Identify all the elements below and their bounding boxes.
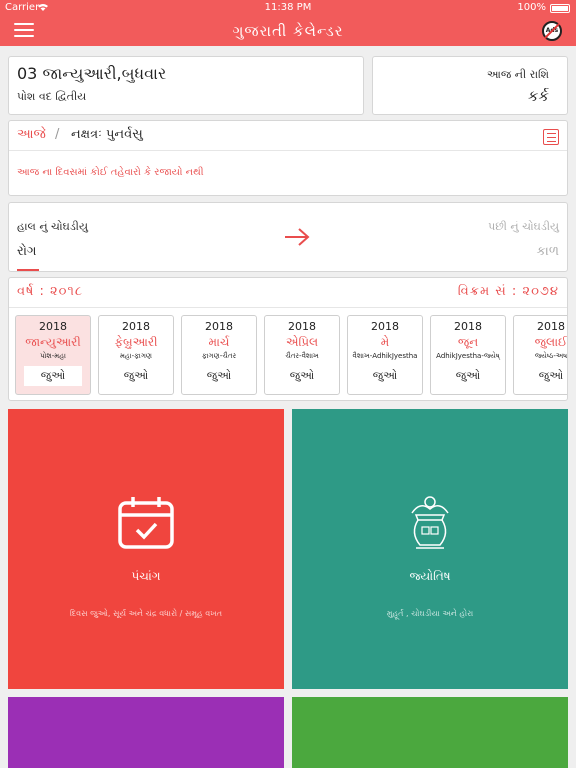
month-card-july[interactable]: 2018 જુલાઈ જ્યેષ્ઠ-અષ જુઓ [513, 315, 568, 395]
status-bar: Carrier 11:38 PM 100% [0, 0, 576, 16]
month-lunar: ચૈતર-વૈશાખ [285, 352, 319, 360]
month-name: એપ્રિલ [285, 335, 319, 349]
month-card-february[interactable]: 2018 ફેબ્રુઆરી મહા-ફાગણ જુઓ [98, 315, 174, 395]
panchang-subtitle: દિવસ જુઓ, સૂર્ય અને ચંદ્ર વધારો / સમૂહ વ… [69, 609, 223, 618]
month-lunar: પોશ-મહા [40, 352, 66, 360]
list-icon[interactable] [543, 129, 559, 145]
kalash-icon [411, 496, 449, 549]
today-date: 03 જાન્યુઆરી,બુધવાર [17, 64, 167, 83]
feature-tile-3[interactable] [8, 697, 284, 768]
month-lunar: AdhikJyestha-જ્યેષ્ [436, 352, 500, 360]
month-year: 2018 [537, 320, 565, 333]
month-calendar-card: વર્ષ : ૨૦૧૮ વિક્રમ સં : ૨૦૭૪ 2018 જાન્યુ… [8, 277, 568, 401]
month-name: જાન્યુઆરી [25, 335, 81, 349]
festival-info: આજ ના દિવસમાં કોઈ તહેવારો કે રજાયો નથી [17, 167, 204, 178]
view-month-button[interactable]: જુઓ [522, 366, 567, 386]
rashi-card[interactable]: આજ ની રાશિ કર્ક [372, 56, 568, 115]
month-year: 2018 [288, 320, 316, 333]
separator: / [55, 127, 60, 142]
divider [9, 307, 567, 308]
feature-tile-4[interactable] [292, 697, 568, 768]
rashi-label: આજ ની રાશિ [486, 68, 549, 81]
view-month-button[interactable]: જુઓ [356, 366, 414, 386]
current-choghadiya-value: રોગ [17, 244, 37, 259]
calendar-check-icon [118, 497, 174, 549]
view-month-button[interactable]: જુઓ [190, 366, 248, 386]
year-label: વર્ષ : ૨૦૧૮ [17, 284, 83, 299]
next-choghadiya-value: કાળ [536, 244, 559, 259]
month-card-january[interactable]: 2018 જાન્યુઆરી પોશ-મહા જુઓ [15, 315, 91, 395]
battery-icon [550, 4, 570, 13]
month-name: મે [380, 335, 390, 349]
month-year: 2018 [39, 320, 67, 333]
month-name: માર્ચ [208, 335, 230, 349]
month-name: જૂન [457, 335, 479, 349]
view-month-button[interactable]: જુઓ [24, 366, 82, 386]
clock: 11:38 PM [264, 2, 312, 13]
panchang-title: પંચાંગ [131, 569, 161, 583]
nakshatra-text: નક્ષત્રઃ પુનર્વસુ [71, 127, 143, 142]
month-name: જુલાઈ [534, 335, 568, 349]
month-card-march[interactable]: 2018 માર્ચ ફાગણ-ચૈતર જુઓ [181, 315, 257, 395]
jyotish-tile[interactable]: જ્યોતિષ મુહૂર્ત , ચોઘડીયા અને હોરા [292, 409, 568, 689]
month-card-may[interactable]: 2018 મે વૈશાખ-AdhikJyestha જુઓ [347, 315, 423, 395]
month-year: 2018 [454, 320, 482, 333]
vikram-samvat-label: વિક્રમ સં : ૨૦૭૪ [457, 284, 559, 299]
arrow-right-icon [285, 228, 310, 246]
month-list[interactable]: 2018 જાન્યુઆરી પોશ-મહા જુઓ 2018 ફેબ્રુઆર… [15, 315, 568, 395]
panchang-tile[interactable]: પંચાંગ દિવસ જુઓ, સૂર્ય અને ચંદ્ર વધારો /… [8, 409, 284, 689]
month-name: ફેબ્રુઆરી [114, 335, 158, 349]
divider [9, 150, 567, 151]
jyotish-title: જ્યોતિષ [409, 569, 451, 583]
month-lunar: મહા-ફાગણ [119, 352, 153, 360]
app-header: ગુજરાતી કેલેન્ડર Ads [0, 16, 576, 46]
month-year: 2018 [371, 320, 399, 333]
battery-percent: 100% [517, 2, 546, 13]
today-label: આજે [17, 127, 46, 142]
today-date-card[interactable]: 03 જાન્યુઆરી,બુધવાર પોશ વદ દ્વિતીય [8, 56, 364, 115]
month-year: 2018 [122, 320, 150, 333]
view-month-button[interactable]: જુઓ [107, 366, 165, 386]
month-lunar: ફાગણ-ચૈતર [201, 352, 237, 360]
app-title: ગુજરાતી કેલેન્ડર [232, 22, 344, 40]
month-lunar: જ્યેષ્ઠ-અષ [534, 352, 568, 360]
no-ads-icon[interactable]: Ads [542, 21, 562, 41]
month-year: 2018 [205, 320, 233, 333]
jyotish-subtitle: મુહૂર્ત , ચોઘડીયા અને હોરા [386, 609, 474, 618]
rashi-value: કર્ક [527, 87, 549, 105]
next-choghadiya-label: પછી નું ચોઘડીયુ [488, 220, 559, 233]
nakshatra-card[interactable]: આજે / નક્ષત્રઃ પુનર્વસુ આજ ના દિવસમાં કો… [8, 120, 568, 196]
today-tithi: પોશ વદ દ્વિતીય [17, 90, 87, 103]
month-card-april[interactable]: 2018 એપ્રિલ ચૈતર-વૈશાખ જુઓ [264, 315, 340, 395]
choghadiya-card[interactable]: હાલ નું ચોઘડીયુ રોગ પછી નું ચોઘડીયુ કાળ [8, 202, 568, 272]
month-lunar: વૈશાખ-AdhikJyestha [352, 352, 418, 360]
current-indicator [17, 269, 39, 271]
month-card-june[interactable]: 2018 જૂન AdhikJyestha-જ્યેષ્ જુઓ [430, 315, 506, 395]
current-choghadiya-label: હાલ નું ચોઘડીયુ [17, 220, 88, 233]
view-month-button[interactable]: જુઓ [439, 366, 497, 386]
view-month-button[interactable]: જુઓ [273, 366, 331, 386]
